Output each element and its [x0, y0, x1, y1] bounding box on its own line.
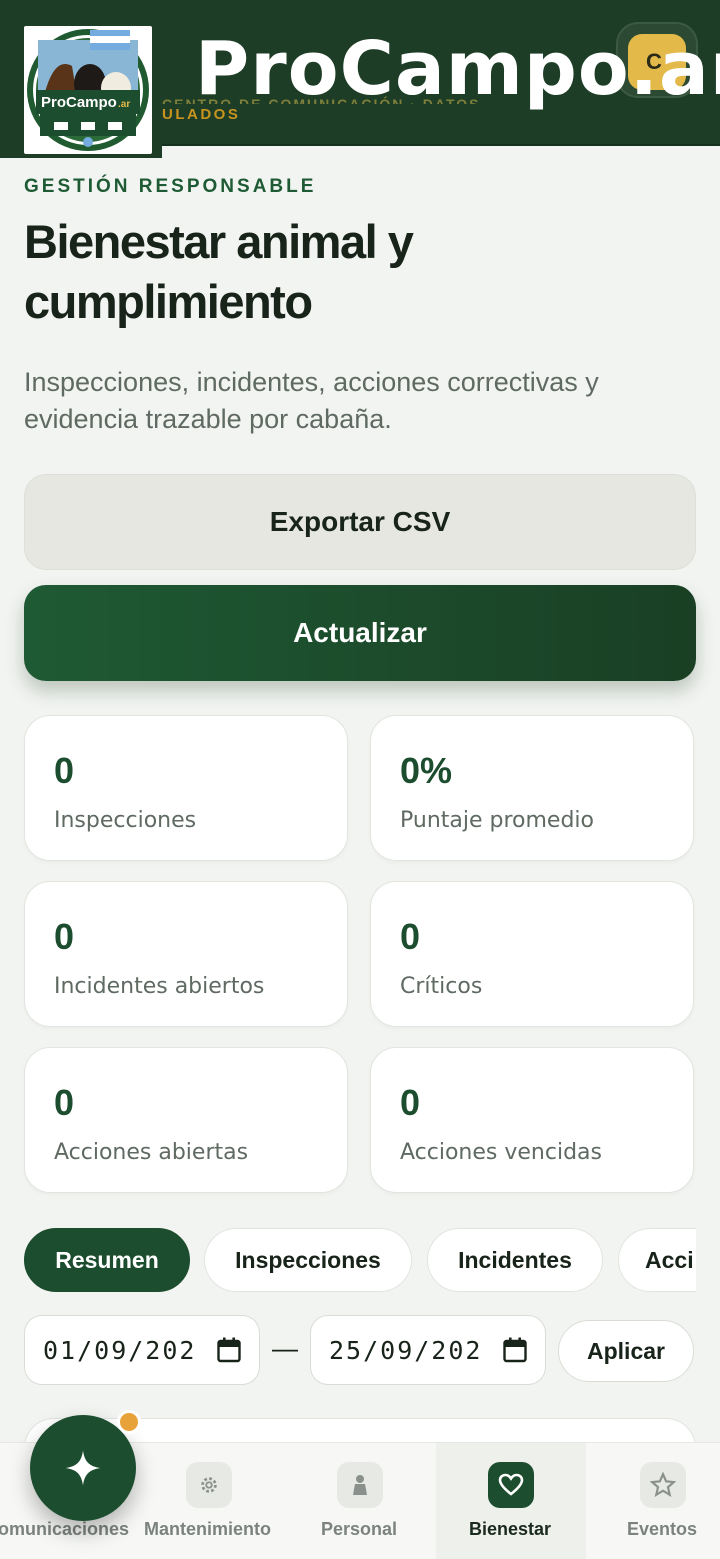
svg-text:ProCampo: ProCampo: [41, 94, 117, 111]
logo-badge-icon: ProCampo .ar: [27, 29, 149, 151]
stat-card-acciones-vencidas: 0 Acciones vencidas: [370, 1047, 694, 1193]
stat-label: Críticos: [400, 974, 483, 999]
nav-item-eventos[interactable]: Eventos: [587, 1443, 720, 1559]
nav-item-personal[interactable]: Personal: [285, 1443, 435, 1559]
export-csv-button[interactable]: Exportar CSV: [24, 474, 696, 570]
apply-filter-button[interactable]: Aplicar: [558, 1320, 694, 1382]
stat-value: 0: [54, 750, 75, 791]
stat-value: 0: [54, 916, 75, 957]
page-title: Bienestar animal y cumplimiento: [24, 215, 414, 328]
stat-value: 0: [400, 916, 421, 957]
nav-label: Eventos: [627, 1519, 698, 1539]
star-icon: [640, 1462, 686, 1508]
date-to-value: 25/09/202: [329, 1335, 483, 1365]
tab-resumen[interactable]: Resumen: [24, 1228, 190, 1292]
nav-item-bienestar[interactable]: Bienestar: [436, 1443, 586, 1559]
stat-card-inspecciones: 0 Inspecciones: [24, 715, 348, 861]
stat-card-puntaje: 0% Puntaje promedio: [370, 715, 694, 861]
stat-value: 0%: [400, 750, 453, 791]
person-icon: [337, 1462, 383, 1508]
date-from-value: 01/09/202: [43, 1335, 197, 1365]
section-eyebrow: GESTIÓN RESPONSABLE: [24, 176, 317, 197]
stat-value: 0: [400, 1082, 421, 1123]
nav-label: Personal: [321, 1519, 398, 1539]
logo-container[interactable]: ProCampo .ar: [0, 0, 162, 158]
nav-label: omunicaciones: [0, 1519, 130, 1539]
stat-value: 0: [54, 1082, 75, 1123]
stat-card-acciones-abiertas: 0 Acciones abiertas: [24, 1047, 348, 1193]
date-from-input[interactable]: 01/09/202: [24, 1315, 260, 1385]
date-range-separator: —: [272, 1333, 298, 1363]
brand-title: ProCampo.ar: [195, 26, 720, 112]
calendar-icon[interactable]: [217, 1337, 241, 1363]
stat-label: Acciones abiertas: [54, 1140, 249, 1165]
stat-label: Incidentes abiertos: [54, 974, 265, 999]
nav-item-mantenimiento[interactable]: Mantenimiento: [140, 1443, 280, 1559]
update-button[interactable]: Actualizar: [24, 585, 696, 681]
notification-badge: [117, 1410, 141, 1434]
nav-label: Bienestar: [469, 1519, 552, 1539]
heart-icon: [488, 1462, 534, 1508]
tab-acciones[interactable]: Acci: [618, 1228, 696, 1292]
sparkle-icon: [65, 1450, 101, 1486]
gear-icon: [186, 1462, 232, 1508]
calendar-icon[interactable]: [503, 1337, 527, 1363]
svg-text:.ar: .ar: [118, 99, 130, 110]
tab-inspecciones[interactable]: Inspecciones: [204, 1228, 412, 1292]
tab-bar: Resumen Inspecciones Incidentes Acci: [24, 1228, 696, 1294]
stat-card-incidentes: 0 Incidentes abiertos: [24, 881, 348, 1027]
tab-incidentes[interactable]: Incidentes: [427, 1228, 603, 1292]
stat-label: Puntaje promedio: [400, 808, 595, 833]
stat-label: Acciones vencidas: [400, 1140, 602, 1165]
nav-label: Mantenimiento: [144, 1519, 272, 1539]
procampo-logo: ProCampo .ar: [24, 26, 152, 154]
stat-label: Inspecciones: [54, 808, 197, 833]
date-to-input[interactable]: 25/09/202: [310, 1315, 546, 1385]
stat-card-criticos: 0 Críticos: [370, 881, 694, 1027]
page-description: Inspecciones, incidentes, acciones corre…: [24, 367, 599, 434]
page: CENTRO DE COMUNICACIÓN · DATOS ULADOS C …: [0, 0, 720, 1559]
